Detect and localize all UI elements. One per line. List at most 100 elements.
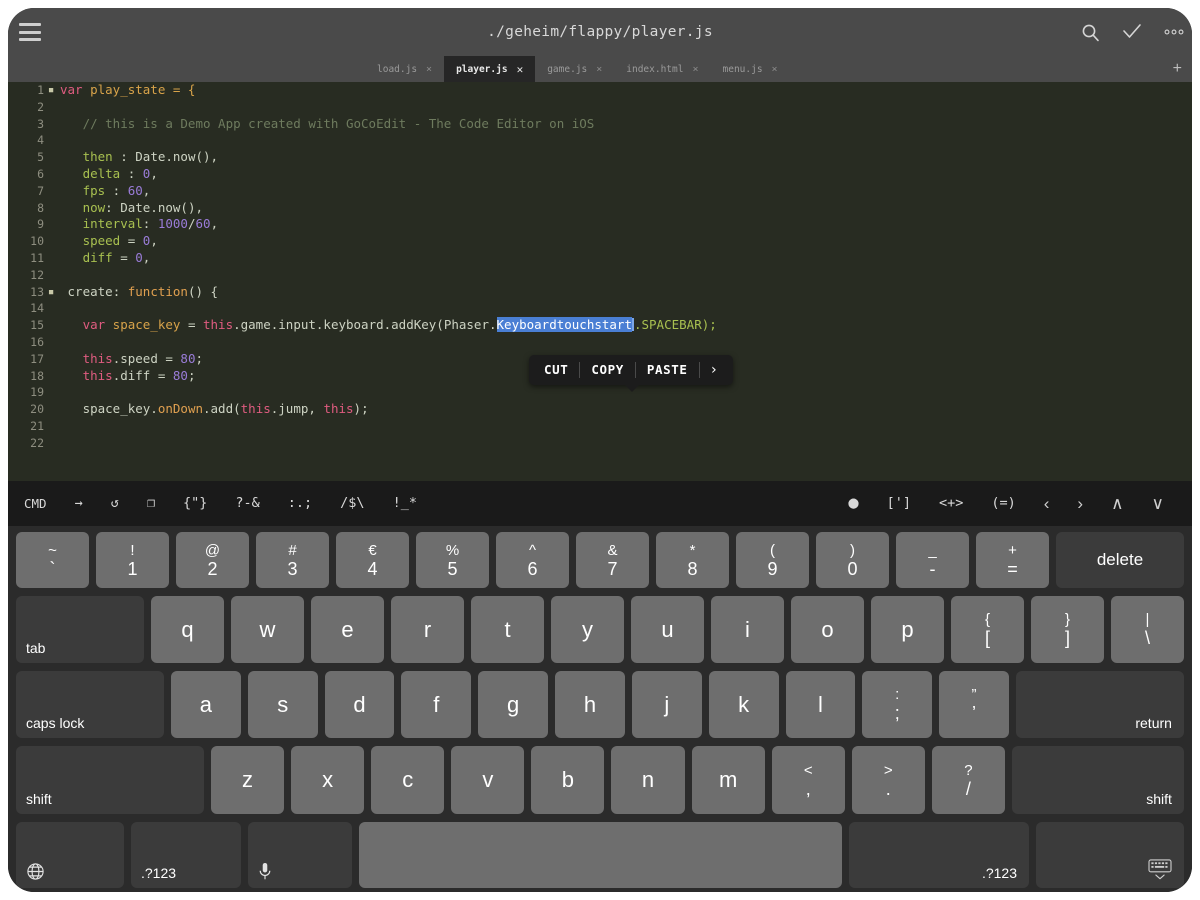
key-semicolon-colon[interactable]: : ; [862, 671, 933, 738]
record-dot-icon[interactable]: ● [834, 481, 872, 526]
key-quote[interactable]: ” ’ [939, 671, 1009, 738]
cursor-up-icon[interactable]: ∧ [1097, 481, 1137, 526]
globe-icon[interactable] [16, 822, 124, 888]
copy-button[interactable]: COPY [580, 355, 635, 385]
key-return[interactable]: return [1015, 671, 1184, 738]
key-numeric-left[interactable]: .?123 [131, 822, 241, 888]
key-tab[interactable]: tab [16, 596, 144, 663]
key-z[interactable]: z [211, 746, 285, 814]
tab-arrow-icon[interactable]: → [61, 481, 97, 526]
hamburger-icon[interactable] [14, 19, 46, 45]
angle-plus-key[interactable]: <+> [925, 481, 977, 526]
key-8[interactable]: * 8 [656, 532, 729, 588]
bang-underscore-star-key[interactable]: !_* [379, 481, 431, 526]
key-q[interactable]: q [151, 596, 224, 663]
key-f[interactable]: f [401, 671, 472, 738]
paren-equals-key[interactable]: (=) [977, 481, 1029, 526]
key-t[interactable]: t [471, 596, 544, 663]
close-icon[interactable]: ✕ [517, 63, 524, 76]
key-0[interactable]: ) 0 [816, 532, 889, 588]
key-y[interactable]: y [551, 596, 624, 663]
keyboard-dismiss-icon[interactable] [1036, 822, 1184, 888]
ellipsis-icon[interactable] [1164, 28, 1184, 36]
key-i[interactable]: i [711, 596, 784, 663]
question-dash-amp-key[interactable]: ?-& [221, 481, 273, 526]
new-tab-button[interactable]: + [1173, 56, 1182, 82]
key-x[interactable]: x [291, 746, 365, 814]
key-o[interactable]: o [791, 596, 864, 663]
keyboard-accessory-toolbar: CMD → ↺ ❐ {"} ?-& :.; /$\ !_* ● ['] <+> … [8, 481, 1192, 526]
bracket-quote-key[interactable]: ['] [873, 481, 925, 526]
tab-game-js[interactable]: game.js × [535, 56, 615, 82]
key-6[interactable]: ^ 6 [496, 532, 569, 588]
key-h[interactable]: h [555, 671, 625, 738]
close-icon[interactable]: × [692, 64, 698, 75]
selected-text[interactable]: Keyboardtouchstart [496, 317, 632, 333]
close-icon[interactable]: × [772, 64, 778, 75]
key-tilde-backtick[interactable]: ~ ` [16, 532, 89, 588]
key-slash-question[interactable]: ? / [931, 746, 1005, 814]
key-bracket-right[interactable]: } ] [1031, 596, 1104, 663]
close-icon[interactable]: × [596, 64, 602, 75]
key-9[interactable]: ( 9 [736, 532, 809, 588]
key-4[interactable]: € 4 [336, 532, 409, 588]
cut-button[interactable]: CUT [533, 355, 579, 385]
key-minus-underscore[interactable]: _ - [896, 532, 969, 588]
search-icon[interactable] [1081, 23, 1100, 42]
key-period-greater[interactable]: > . [851, 746, 925, 814]
key-1[interactable]: ! 1 [96, 532, 169, 588]
tab-load-js[interactable]: load.js × [365, 56, 445, 82]
tab-menu-js[interactable]: menu.js × [710, 56, 790, 82]
key-comma-less[interactable]: < , [771, 746, 845, 814]
key-space[interactable] [359, 822, 842, 888]
cursor-left-icon[interactable]: ‹ [1030, 481, 1064, 526]
key-s[interactable]: s [247, 671, 318, 738]
key-7[interactable]: & 7 [576, 532, 649, 588]
paste-button[interactable]: PASTE [636, 355, 699, 385]
undo-icon[interactable]: ↺ [97, 481, 133, 526]
key-backslash-pipe[interactable]: | \ [1111, 596, 1184, 663]
key-3[interactable]: # 3 [256, 532, 329, 588]
copy-icon[interactable]: ❐ [133, 481, 169, 526]
key-p[interactable]: p [871, 596, 944, 663]
key-2[interactable]: @ 2 [176, 532, 249, 588]
braces-quote-key[interactable]: {"} [169, 481, 221, 526]
key-l[interactable]: l [785, 671, 856, 738]
key-numeric-right[interactable]: .?123 [849, 822, 1029, 888]
key-j[interactable]: j [631, 671, 702, 738]
checkmark-icon[interactable] [1122, 23, 1142, 41]
colon-period-semicolon-key[interactable]: :.; [274, 481, 326, 526]
cmd-key[interactable]: CMD [8, 481, 61, 526]
slash-dollar-backslash-key[interactable]: /$\ [326, 481, 378, 526]
key-v[interactable]: v [451, 746, 525, 814]
key-c[interactable]: c [371, 746, 445, 814]
key-a[interactable]: a [171, 671, 241, 738]
code-editor[interactable]: 1 ▪ var play_state = { 2 3 // this is a … [8, 82, 1192, 481]
tab-index-html[interactable]: index.html × [614, 56, 711, 82]
close-icon[interactable]: × [426, 64, 432, 75]
key-u[interactable]: u [631, 596, 704, 663]
cursor-right-icon[interactable]: › [1063, 481, 1097, 526]
key-e[interactable]: e [311, 596, 384, 663]
key-n[interactable]: n [611, 746, 685, 814]
cursor-down-icon[interactable]: ∨ [1138, 481, 1178, 526]
key-bracket-left[interactable]: { [ [951, 596, 1024, 663]
key-delete[interactable]: delete [1056, 532, 1184, 588]
fold-marker[interactable]: ▪ [46, 82, 56, 99]
fold-marker[interactable]: ▪ [46, 284, 56, 301]
key-d[interactable]: d [324, 671, 395, 738]
key-r[interactable]: r [391, 596, 464, 663]
key-caps-lock[interactable]: caps lock [16, 671, 164, 738]
key-k[interactable]: k [708, 671, 779, 738]
key-w[interactable]: w [231, 596, 304, 663]
more-options-chevron-icon[interactable]: › [700, 355, 729, 385]
tab-player-js[interactable]: player.js ✕ [444, 56, 536, 82]
key-equals-plus[interactable]: + = [976, 532, 1049, 588]
microphone-icon[interactable] [248, 822, 352, 888]
key-m[interactable]: m [691, 746, 765, 814]
key-g[interactable]: g [478, 671, 549, 738]
key-shift-right[interactable]: shift [1011, 746, 1184, 814]
key-b[interactable]: b [531, 746, 605, 814]
key-shift-left[interactable]: shift [16, 746, 204, 814]
key-5[interactable]: % 5 [416, 532, 489, 588]
